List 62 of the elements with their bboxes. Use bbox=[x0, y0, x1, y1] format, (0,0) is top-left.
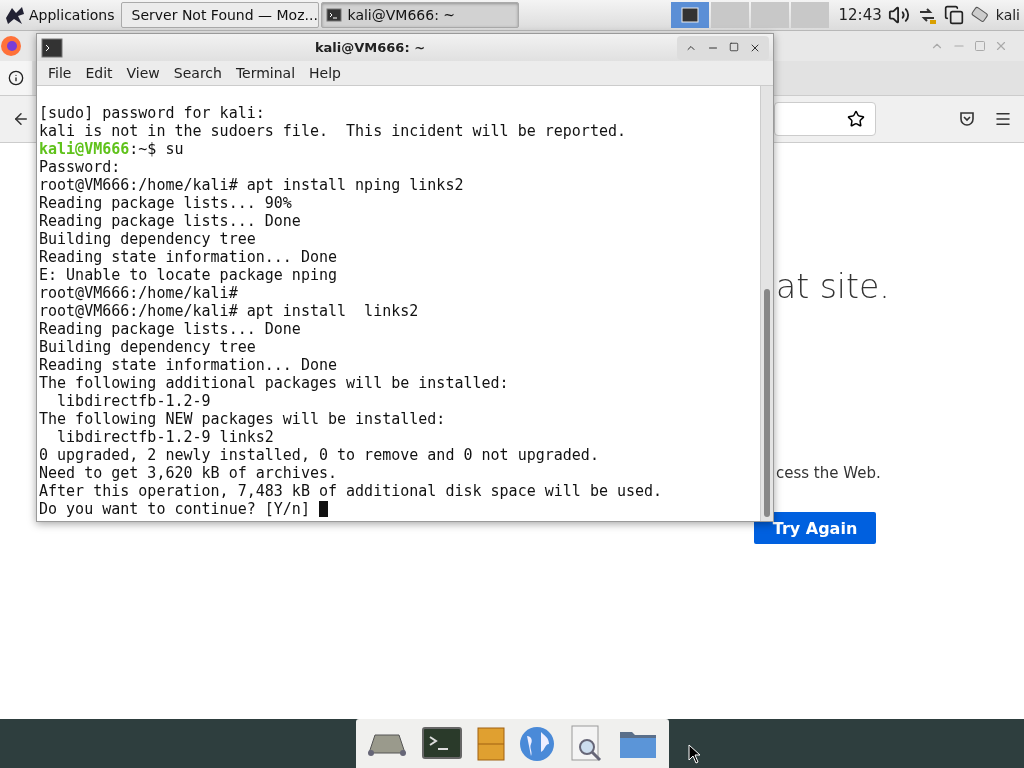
terminal-line: Reading state information... Done bbox=[39, 356, 338, 374]
file-cabinet-icon[interactable] bbox=[476, 726, 505, 761]
user-name[interactable]: kali bbox=[995, 7, 1020, 23]
terminal-line: Reading state information... Done bbox=[39, 248, 338, 266]
scrollbar-thumb[interactable] bbox=[764, 289, 770, 517]
try-again-button[interactable]: Try Again bbox=[754, 512, 876, 544]
taskbar-button[interactable]: Server Not Found — Moz... bbox=[120, 2, 319, 28]
terminal-line: After this operation, 7,483 kB of additional disk space will be used. bbox=[39, 482, 664, 500]
terminal-line: The following additional packages will be installed: bbox=[39, 374, 510, 392]
terminal-line: root@VM666:/home/kali# apt install nping links2 bbox=[39, 176, 465, 194]
browser-tab[interactable] bbox=[0, 61, 32, 95]
workspace-button[interactable] bbox=[670, 2, 709, 28]
terminal-line: :~$ su bbox=[129, 140, 184, 158]
taskbar-button[interactable]: kali@VM666: ~ bbox=[320, 2, 519, 28]
terminal-line: Reading package lists... Done bbox=[39, 212, 302, 230]
clipboard-icon[interactable] bbox=[943, 5, 964, 25]
info-icon bbox=[8, 70, 24, 86]
terminal-line: Building dependency tree bbox=[39, 338, 257, 356]
terminal-icon[interactable] bbox=[421, 726, 462, 761]
terminal-line: [sudo] password for kali: bbox=[39, 104, 266, 122]
terminal-icon bbox=[325, 7, 342, 23]
error-heading: at site. bbox=[776, 267, 890, 306]
url-field[interactable] bbox=[774, 102, 876, 136]
volume-icon[interactable] bbox=[887, 4, 910, 26]
firefox-icon bbox=[0, 35, 22, 57]
terminal-line: Reading package lists... Done bbox=[39, 320, 302, 338]
menu-item[interactable]: Search bbox=[166, 65, 229, 81]
terminal-line: Building dependency tree bbox=[39, 230, 257, 248]
applications-menu[interactable]: Applications bbox=[0, 1, 121, 29]
terminal-line: 0 upgraded, 2 newly installed, 0 to remove and 0 not upgraded. bbox=[39, 446, 600, 464]
terminal-line: root@VM666:/home/kali# apt install links2 bbox=[39, 302, 420, 320]
error-message: cess the Web. bbox=[776, 464, 881, 482]
terminal-line: libdirectfb-1.2-9 bbox=[56, 392, 212, 410]
menu-item[interactable]: Edit bbox=[78, 65, 120, 81]
terminal-line: Need to get 3,620 kB of archives. bbox=[39, 464, 338, 482]
terminal-line: The following NEW packages will be installed: bbox=[39, 410, 447, 428]
text-cursor bbox=[318, 501, 328, 517]
mouse-pointer-icon bbox=[688, 744, 702, 764]
menu-icon bbox=[994, 110, 1012, 128]
terminal-icon bbox=[41, 37, 63, 58]
terminal-line: E: Unable to locate package nping bbox=[39, 266, 338, 284]
menu-item[interactable]: Terminal bbox=[228, 65, 303, 81]
globe-icon[interactable] bbox=[519, 725, 556, 762]
menu-item[interactable]: File bbox=[41, 65, 79, 81]
terminal-line: root@VM666:/home/kali# bbox=[39, 284, 239, 302]
terminal-line: Do you want to continue? [Y/n] bbox=[39, 500, 311, 518]
menu-item[interactable]: Help bbox=[302, 65, 348, 81]
window-title: kali@VM666: ~ bbox=[313, 40, 427, 55]
pocket-icon bbox=[958, 110, 976, 128]
terminal-line: libdirectfb-1.2-9 links2 bbox=[56, 428, 275, 446]
close-icon bbox=[994, 39, 1008, 53]
clock: 12:43 bbox=[838, 6, 882, 24]
terminal-line: Password: bbox=[39, 158, 122, 176]
bookmark-star-icon[interactable] bbox=[847, 110, 865, 128]
restore-icon bbox=[729, 41, 739, 52]
window-thumbnail-icon bbox=[680, 7, 699, 23]
prompt-user: kali@VM666 bbox=[39, 140, 130, 158]
scrollbar[interactable] bbox=[760, 86, 773, 521]
terminal-line: kali is not in the sudoers file. This incident will be reported. bbox=[39, 122, 627, 140]
restore-icon bbox=[974, 40, 986, 52]
menu-item[interactable]: View bbox=[119, 65, 167, 81]
terminal-line: Reading package lists... 90% bbox=[39, 194, 293, 212]
